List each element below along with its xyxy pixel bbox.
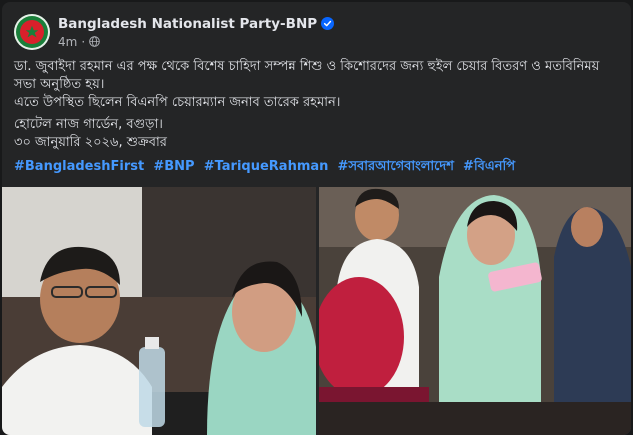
post-media: [2, 187, 631, 435]
verified-badge-icon: [321, 17, 335, 30]
hashtag-list: #BangladeshFirst #BNP #TariqueRahman #সব…: [14, 158, 614, 176]
author-row: Bangladesh Nationalist Party-BNP: [58, 16, 335, 32]
globe-icon[interactable]: [89, 36, 100, 47]
post-line: এতে উপস্থিত ছিলেন বিএনপি চেয়ারম্যান জনা…: [14, 95, 341, 110]
photo-wheelchair-distribution[interactable]: [319, 187, 631, 435]
separator: ·: [81, 34, 86, 49]
post-header: Bangladesh Nationalist Party-BNP 4m ·: [14, 12, 335, 52]
post-line: হোটেল নাজ গার্ডেন, বগুড়া।: [14, 117, 163, 132]
page-avatar[interactable]: [14, 14, 50, 50]
hashtag-link[interactable]: #বিএনপি: [463, 159, 515, 174]
post-timestamp[interactable]: 4m: [58, 35, 77, 49]
author-name[interactable]: Bangladesh Nationalist Party-BNP: [58, 16, 317, 32]
post-line: ৩০ জানুয়ারি ২০২৬, শুক্রবার: [14, 135, 167, 150]
post-card: Bangladesh Nationalist Party-BNP 4m · ডা…: [2, 2, 631, 435]
post-subtitle: 4m ·: [58, 35, 334, 49]
hashtag-link[interactable]: #BNP: [153, 159, 194, 174]
hashtag-link[interactable]: #সবারআগেবাংলাদেশ: [338, 159, 454, 174]
hashtag-link[interactable]: #TariqueRahman: [204, 159, 329, 174]
photo-meeting[interactable]: [2, 187, 316, 435]
post-body: ডা. জুবাইদা রহমান এর পক্ষ থেকে বিশেষ চাহ…: [14, 58, 614, 176]
hashtag-link[interactable]: #BangladeshFirst: [14, 159, 144, 174]
post-meta: Bangladesh Nationalist Party-BNP 4m ·: [58, 16, 335, 49]
bnp-logo-icon: [20, 20, 44, 44]
post-line: ডা. জুবাইদা রহমান এর পক্ষ থেকে বিশেষ চাহ…: [14, 59, 600, 92]
